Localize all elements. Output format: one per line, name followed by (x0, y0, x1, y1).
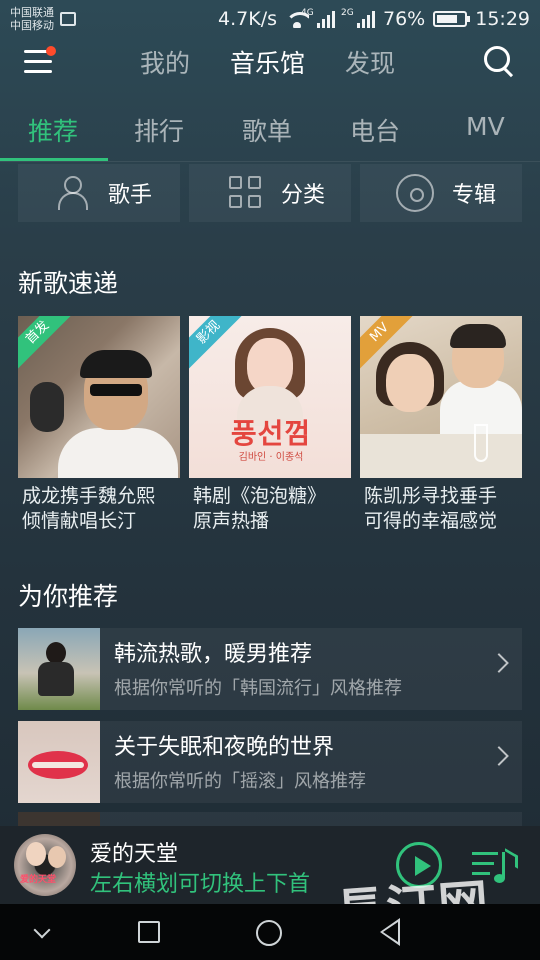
category-genre[interactable]: 分类 (189, 164, 351, 222)
image-notification-icon (60, 12, 76, 26)
subtab-ranking[interactable]: 排行 (134, 112, 184, 148)
now-playing-cover[interactable]: 爱的天堂 (14, 834, 76, 896)
section-title-recommend: 为你推荐 (18, 582, 119, 611)
back-icon[interactable] (380, 918, 400, 946)
recent-apps-icon[interactable] (138, 921, 160, 943)
album-cover: MV (360, 316, 522, 478)
new-song-card[interactable]: 풍선껌 김바인 · 이종석 影视 韩剧《泡泡糖》 原声热播 (189, 316, 351, 534)
hide-nav-icon[interactable] (33, 921, 51, 939)
recommend-title: 关于失眠和夜晚的世界 (114, 735, 335, 760)
recommend-item-partial[interactable] (18, 812, 522, 826)
recommend-subtitle: 根据你常听的「韩国流行」风格推荐 (114, 678, 402, 699)
card-title-line2: 倾情献唱长汀 (22, 510, 137, 532)
album-cover: 풍선껌 김바인 · 이종석 影视 (189, 316, 351, 478)
subtab-mv[interactable]: MV (466, 112, 505, 141)
chevron-right-icon (489, 746, 509, 766)
net-speed: 4.7K/s (218, 8, 277, 30)
subtab-radio[interactable]: 电台 (350, 112, 400, 148)
signal-icon-sim2: 2G (341, 8, 375, 28)
active-tab-indicator (0, 158, 108, 161)
category-singer[interactable]: 歌手 (18, 164, 180, 222)
card-title-line1: 陈凯彤寻找垂手 (364, 485, 498, 507)
card-title-line2: 原声热播 (193, 510, 270, 532)
home-icon[interactable] (256, 920, 282, 946)
clock: 15:29 (475, 8, 530, 30)
top-bar: 我的 音乐馆 发现 (0, 38, 540, 94)
recommend-thumbnail (18, 721, 100, 803)
person-shape (58, 428, 178, 478)
cover-subtitle: 김바인 · 이종석 (238, 452, 304, 463)
carrier-info: 中国联通 中国移动 (10, 6, 54, 32)
card-title: 成龙携手魏允熙 倾情献唱长汀 (18, 484, 180, 534)
new-song-card[interactable]: 首发 成龙携手魏允熙 倾情献唱长汀 (18, 316, 180, 534)
grid-icon (229, 176, 263, 210)
status-bar: 中国联通 中国移动 4.7K/s 4G 2G 76% 15:29 (0, 0, 540, 38)
now-playing-title: 爱的天堂 (90, 842, 179, 867)
category-label: 专辑 (452, 183, 497, 208)
recommend-thumbnail (18, 628, 100, 710)
recommend-title: 韩流热歌，暖男推荐 (114, 642, 313, 667)
card-title-line1: 韩剧《泡泡糖》 (193, 485, 327, 507)
carrier-2: 中国移动 (10, 19, 54, 32)
section-title-new-songs: 新歌速递 (18, 269, 119, 298)
badge-premiere: 首发 (18, 316, 82, 377)
sim1-type: 4G (301, 8, 314, 18)
card-title: 韩剧《泡泡糖》 原声热播 (189, 484, 351, 534)
notification-dot (46, 46, 56, 56)
card-title: 陈凯彤寻找垂手 可得的幸福感觉 (360, 484, 522, 534)
recommend-item[interactable]: 韩流热歌，暖男推荐 根据你常听的「韩国流行」风格推荐 (18, 628, 522, 710)
category-label: 分类 (281, 183, 326, 208)
recommend-thumbnail (18, 812, 100, 826)
tab-mine[interactable]: 我的 (140, 44, 190, 80)
recommend-subtitle: 根据你常听的「摇滚」风格推荐 (114, 771, 366, 792)
search-button[interactable] (484, 46, 516, 78)
cover-title: 풍선껌 (230, 417, 312, 450)
sim2-type: 2G (341, 8, 354, 18)
category-album[interactable]: 专辑 (360, 164, 522, 222)
battery-level (437, 15, 457, 23)
microphone-shape (30, 382, 64, 432)
tab-music-hall[interactable]: 音乐馆 (230, 44, 305, 80)
cover-label: 爱的天堂 (20, 875, 57, 885)
album-cover: 首发 (18, 316, 180, 478)
status-right: 4.7K/s 4G 2G 76% 15:29 (218, 8, 530, 30)
new-song-card[interactable]: MV 陈凯彤寻找垂手 可得的幸福感觉 (360, 316, 522, 534)
card-title-line1: 成龙携手魏允熙 (22, 485, 156, 507)
category-label: 歌手 (108, 183, 153, 208)
carrier-1: 中国联通 (10, 6, 54, 19)
card-title-line2: 可得的幸福感觉 (364, 510, 498, 532)
chevron-right-icon (489, 653, 509, 673)
disc-icon (396, 174, 434, 212)
swipe-hint: 左右横划可切换上下首 (90, 872, 311, 897)
wine-glass-shape (474, 424, 488, 462)
subtab-recommend[interactable]: 推荐 (28, 112, 78, 148)
music-note-icon (494, 852, 505, 883)
subtab-playlist[interactable]: 歌单 (242, 112, 292, 148)
tab-discover[interactable]: 发现 (345, 44, 395, 80)
battery-percent: 76% (383, 8, 426, 30)
singer-icon (56, 176, 90, 210)
battery-icon (433, 11, 471, 27)
menu-button[interactable] (24, 46, 56, 76)
recommend-item[interactable]: 关于失眠和夜晚的世界 根据你常听的「摇滚」风格推荐 (18, 721, 522, 803)
system-nav-bar (0, 904, 540, 960)
signal-icon-sim1: 4G (301, 8, 335, 28)
sub-tab-bar: 推荐 排行 歌单 电台 MV (0, 96, 540, 162)
